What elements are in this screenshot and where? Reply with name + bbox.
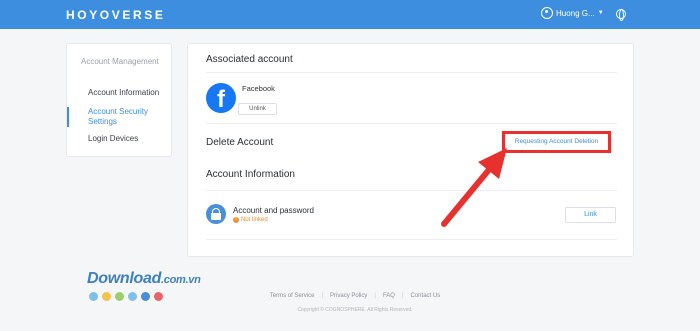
chevron-down-icon: ▼: [597, 10, 604, 16]
watermark-suffix: .com.vn: [161, 274, 201, 286]
watermark-dot: [154, 292, 163, 301]
associated-account-title: Associated account: [206, 54, 293, 65]
watermark-dot: [115, 292, 124, 301]
footer-link-contact[interactable]: Contact Us: [411, 293, 441, 299]
watermark-dot: [141, 292, 150, 301]
user-avatar-icon: [541, 7, 553, 19]
hoyoverse-logo[interactable]: HOYOVERSE: [66, 8, 165, 22]
account-settings-panel: Associated account f Facebook Unlink Del…: [187, 43, 634, 257]
top-navigation-bar: HOYOVERSE Huong G... ▼: [0, 0, 700, 29]
link-button[interactable]: Link: [565, 207, 616, 223]
user-menu[interactable]: Huong G... ▼: [541, 7, 604, 19]
sidebar-heading: Account Management: [81, 57, 159, 66]
lock-icon: [206, 204, 226, 224]
watermark-dot: [128, 292, 137, 301]
divider: [206, 190, 617, 191]
status-badge: ! Not linked: [233, 217, 268, 223]
facebook-icon: f: [206, 83, 236, 113]
footer-link-privacy[interactable]: Privacy Policy: [330, 293, 367, 299]
account-password-label: Account and password: [233, 206, 314, 215]
sidebar-item-account-security-settings[interactable]: Account Security Settings: [67, 107, 153, 127]
watermark-dot: [102, 292, 111, 301]
divider: [206, 239, 617, 240]
copyright-text: Copyright © COGNOSPHERE. All Rights Rese…: [297, 307, 413, 313]
user-name: Huong G...: [556, 8, 595, 18]
status-text: Not linked: [241, 217, 268, 223]
sidebar-item-account-information[interactable]: Account Information: [67, 88, 171, 98]
language-globe-icon[interactable]: [616, 9, 626, 21]
footer-links: Terms of Service | Privacy Policy | FAQ …: [269, 293, 441, 299]
footer-link-terms[interactable]: Terms of Service: [270, 293, 315, 299]
watermark-dots: [89, 292, 167, 301]
footer-link-faq[interactable]: FAQ: [383, 293, 395, 299]
sidebar-item-login-devices[interactable]: Login Devices: [67, 134, 171, 144]
divider: [206, 72, 617, 73]
watermark-text: Download: [87, 270, 162, 287]
warning-icon: !: [233, 217, 239, 223]
download-watermark-logo: Download.com.vn: [87, 270, 201, 288]
facebook-label: Facebook: [242, 84, 275, 93]
requesting-account-deletion-link[interactable]: Requesting Account Deletion: [502, 131, 611, 153]
unlink-button[interactable]: Unlink: [238, 103, 277, 115]
sidebar: Account Management Account Information A…: [66, 43, 172, 157]
divider: [206, 123, 617, 124]
delete-account-title: Delete Account: [206, 137, 274, 148]
watermark-dot: [89, 292, 98, 301]
account-information-title: Account Information: [206, 169, 295, 180]
